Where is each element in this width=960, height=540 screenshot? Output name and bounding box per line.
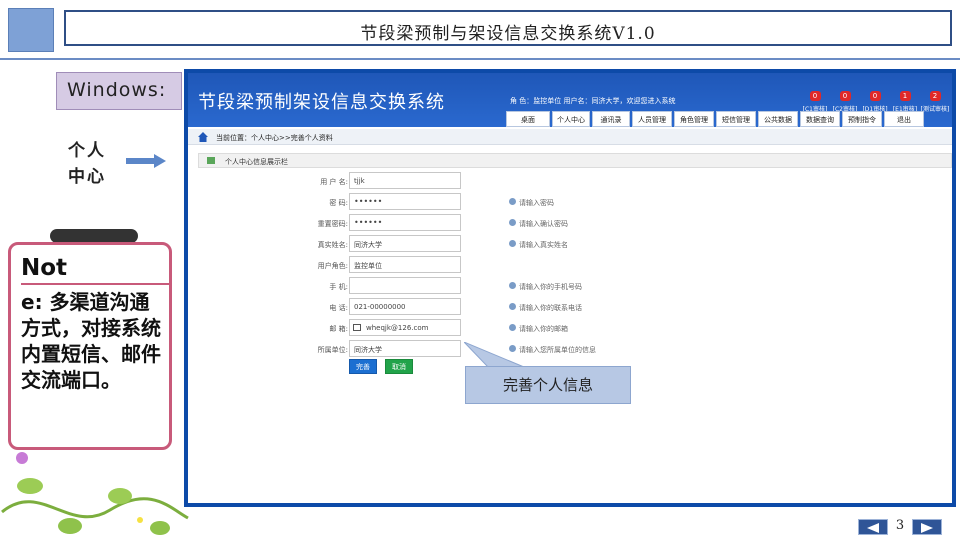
info-icon bbox=[509, 198, 516, 205]
previous-page-button[interactable] bbox=[858, 519, 888, 535]
badge-count: 0 bbox=[839, 91, 851, 101]
field-hint: 请输入真实姓名 bbox=[519, 241, 568, 249]
corner-decoration bbox=[8, 8, 54, 52]
breadcrumb: 当前位置：个人中心>>完善个人资料 bbox=[188, 129, 952, 145]
slide: 节段梁预制与架设信息交换系统V1.0 Windows: 个人中心 Not e: … bbox=[0, 0, 960, 540]
form-row-confirm-password: 重置密码: •••••• 请输入确认密码 bbox=[188, 214, 952, 232]
vine-decoration bbox=[1, 452, 189, 535]
form-row-organization: 所属单位: 同济大学 请输入您所属单位的信息 bbox=[188, 340, 952, 358]
next-page-button[interactable] bbox=[912, 519, 942, 535]
field-label: 重置密码: bbox=[317, 220, 348, 228]
app-header: 节段梁预制架设信息交换系统 角 色：监控单位 用户名：同济大学，欢迎您进入系统 … bbox=[188, 73, 952, 127]
field-label: 真实姓名: bbox=[317, 241, 348, 249]
app-name: 节段梁预制架设信息交换系统 bbox=[198, 92, 445, 113]
tab-public-data[interactable]: 公共数据 bbox=[758, 111, 798, 127]
badge-c2[interactable]: 0 [C2审核] bbox=[830, 83, 860, 113]
cancel-button[interactable]: 取消 bbox=[385, 359, 413, 374]
tab-sms-management[interactable]: 短信管理 bbox=[716, 111, 756, 127]
arrow-left-icon bbox=[867, 523, 879, 533]
info-icon bbox=[509, 219, 516, 226]
field-hint: 请输入你的联系电话 bbox=[519, 304, 582, 312]
password-field[interactable]: •••••• bbox=[349, 193, 461, 210]
field-hint: 请输入你的邮箱 bbox=[519, 325, 568, 333]
field-hint: 请输入密码 bbox=[519, 199, 554, 207]
badge-c1[interactable]: 0 [C1审核] bbox=[800, 83, 830, 113]
confirm-password-field[interactable]: •••••• bbox=[349, 214, 461, 231]
panel-title: 个人中心信息展示栏 bbox=[225, 158, 288, 166]
field-label: 用户角色: bbox=[317, 262, 348, 270]
form-row-mobile: 手 机: 请输入你的手机号码 bbox=[188, 277, 952, 295]
mail-icon bbox=[353, 324, 361, 331]
section-label: 个人中心 bbox=[68, 141, 106, 187]
field-label: 所属单位: bbox=[317, 346, 348, 354]
app-window: 节段梁预制架设信息交换系统 角 色：监控单位 用户名：同济大学，欢迎您进入系统 … bbox=[184, 69, 956, 507]
form-row-real-name: 真实姓名: 同济大学 请输入真实姓名 bbox=[188, 235, 952, 253]
badge-count: 0 bbox=[869, 91, 881, 101]
title-divider bbox=[0, 58, 960, 60]
user-info: 角 色：监控单位 用户名：同济大学，欢迎您进入系统 bbox=[510, 97, 676, 105]
tab-precast-command[interactable]: 预制指令 bbox=[842, 111, 882, 127]
submit-button[interactable]: 完善 bbox=[349, 359, 377, 374]
field-label: 密 码: bbox=[329, 199, 348, 207]
field-label: 电 话: bbox=[329, 304, 348, 312]
info-icon bbox=[509, 324, 516, 331]
field-hint: 请输入你的手机号码 bbox=[519, 283, 582, 291]
organization-field[interactable]: 同济大学 bbox=[349, 340, 461, 357]
badge-count: 2 bbox=[929, 91, 941, 101]
tab-personal-center[interactable]: 个人中心 bbox=[552, 111, 590, 127]
form-row-role: 用户角色: 监控单位 bbox=[188, 256, 952, 274]
mobile-field[interactable] bbox=[349, 277, 461, 294]
tab-logout[interactable]: 退出 bbox=[884, 111, 924, 127]
badge-test[interactable]: 2 [测试审核] bbox=[920, 83, 950, 113]
badge-e1[interactable]: 1 [E1审核] bbox=[890, 83, 920, 113]
role-field[interactable]: 监控单位 bbox=[349, 256, 461, 273]
form-row-phone: 电 话: 021-00000000 请输入你的联系电话 bbox=[188, 298, 952, 316]
info-icon bbox=[509, 282, 516, 289]
badge-count: 1 bbox=[899, 91, 911, 101]
form-row-password: 密 码: •••••• 请输入密码 bbox=[188, 193, 952, 211]
username-field[interactable]: tjjk bbox=[349, 172, 461, 189]
tab-user-management[interactable]: 人员管理 bbox=[632, 111, 672, 127]
badge-d1[interactable]: 0 [D1审核] bbox=[860, 83, 890, 113]
field-label: 邮 箱: bbox=[329, 325, 348, 333]
review-badges: 0 [C1审核] 0 [C2审核] 0 [D1审核] 1 [E1审核] 2 [测… bbox=[800, 83, 950, 113]
field-label: 用 户 名: bbox=[320, 178, 348, 186]
note-body: e: 多渠道沟通方式，对接系统内置短信、邮件交流端口。 bbox=[21, 290, 161, 392]
callout-label: 完善个人信息 bbox=[465, 366, 631, 404]
email-field[interactable]: wheqjk@126.com bbox=[349, 319, 461, 336]
tab-contacts[interactable]: 通讯录 bbox=[592, 111, 630, 127]
badge-label: [测试审核] bbox=[920, 106, 950, 113]
field-label: 手 机: bbox=[329, 283, 348, 291]
home-icon[interactable] bbox=[198, 132, 208, 142]
tab-data-query[interactable]: 数据查询 bbox=[800, 111, 840, 127]
panel-icon bbox=[207, 157, 215, 164]
arrow-right-icon bbox=[921, 523, 933, 533]
form-row-username: 用 户 名: tjjk bbox=[188, 172, 952, 190]
form-row-email: 邮 箱: wheqjk@126.com 请输入你的邮箱 bbox=[188, 319, 952, 337]
windows-label: Windows: bbox=[56, 72, 182, 110]
badge-count: 0 bbox=[809, 91, 821, 101]
info-icon bbox=[509, 240, 516, 247]
note-card: Not e: 多渠道沟通方式，对接系统内置短信、邮件交流端口。 bbox=[8, 242, 172, 450]
note-title: Not bbox=[21, 255, 169, 285]
breadcrumb-text: 当前位置：个人中心>>完善个人资料 bbox=[216, 134, 333, 142]
info-icon bbox=[509, 303, 516, 310]
tab-desktop[interactable]: 桌面 bbox=[506, 111, 550, 127]
slide-title-box: 节段梁预制与架设信息交换系统V1.0 bbox=[64, 10, 952, 46]
note-pin bbox=[50, 229, 138, 243]
field-hint: 请输入确认密码 bbox=[519, 220, 568, 228]
tab-role-management[interactable]: 角色管理 bbox=[674, 111, 714, 127]
real-name-field[interactable]: 同济大学 bbox=[349, 235, 461, 252]
slide-title: 节段梁预制与架设信息交换系统V1.0 bbox=[360, 24, 656, 44]
phone-field[interactable]: 021-00000000 bbox=[349, 298, 461, 315]
page-number: 3 bbox=[895, 518, 905, 533]
right-arrow-icon bbox=[126, 154, 166, 168]
panel-header: 个人中心信息展示栏 bbox=[198, 153, 952, 168]
